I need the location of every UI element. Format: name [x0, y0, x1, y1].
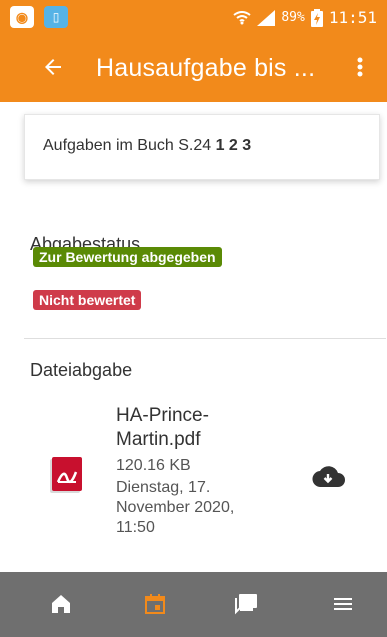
file-name-line1[interactable]: HA-Prince-	[116, 404, 209, 428]
signal-icon	[257, 9, 276, 26]
tab-home[interactable]	[36, 584, 86, 624]
status-badge: Zur Bewertung abgegeben	[33, 247, 222, 267]
more-vert-icon	[357, 57, 363, 77]
battery-icon	[310, 8, 323, 27]
menu-icon	[334, 598, 352, 610]
app-icon: ◉	[10, 6, 34, 28]
page-title: Hausaufgabe bis ...	[96, 54, 316, 82]
more-options-button[interactable]	[345, 52, 375, 82]
cloud-download-icon	[312, 466, 345, 488]
file-size: 120.16 KB	[116, 457, 191, 474]
back-button[interactable]	[38, 52, 68, 82]
bottom-navigation	[0, 572, 387, 637]
file-date-line2: November 2020,	[116, 499, 235, 516]
main-content: Aufgaben im Buch S.24 1 2 3 Abgabestatus…	[0, 102, 387, 572]
app-bar: Hausaufgabe bis ...	[0, 36, 387, 102]
status-right: 89% 11:51	[233, 8, 377, 27]
task-card: Aufgaben im Buch S.24 1 2 3	[24, 114, 380, 180]
back-arrow-icon	[45, 59, 61, 75]
download-button[interactable]	[311, 462, 345, 492]
calendar-icon	[145, 594, 165, 614]
file-submission-title: Dateiabgabe	[30, 360, 133, 380]
wifi-icon	[233, 10, 251, 24]
home-icon	[52, 595, 70, 613]
tab-messages[interactable]	[222, 584, 272, 624]
phone-icon: ▯	[44, 6, 68, 28]
divider	[24, 338, 386, 339]
task-text: Aufgaben im Buch S.24	[43, 137, 212, 154]
task-text-container: Aufgaben im Buch S.24 1 2 3	[43, 137, 251, 155]
status-left-icons: ◉ ▯	[10, 6, 68, 28]
file-item[interactable]: HA-Prince- Martin.pdf 120.16 KB Dienstag…	[0, 402, 387, 542]
battery-percent: 89%	[281, 10, 305, 25]
grading-badge: Nicht bewertet	[33, 290, 142, 310]
pdf-file-icon	[50, 457, 82, 493]
tab-menu[interactable]	[318, 584, 368, 624]
file-name-line2[interactable]: Martin.pdf	[116, 428, 200, 452]
messages-icon	[235, 594, 257, 615]
file-date-line3: 11:50	[116, 519, 155, 536]
tab-calendar[interactable]	[130, 584, 180, 624]
file-date-line1: Dienstag, 17.	[116, 479, 211, 496]
status-time: 11:51	[328, 8, 377, 27]
task-numbers: 1 2 3	[215, 137, 252, 154]
status-bar: ◉ ▯ 89% 11:51	[0, 0, 387, 36]
